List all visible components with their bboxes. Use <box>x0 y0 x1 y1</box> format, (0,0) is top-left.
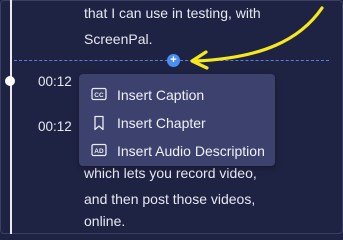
ad-icon: AD <box>91 143 107 162</box>
menu-item-insert-chapter[interactable]: Insert Chapter <box>79 109 275 137</box>
menu-item-label: Insert Chapter <box>117 115 206 131</box>
bookmark-icon <box>91 115 107 136</box>
menu-item-label: Insert Audio Description <box>117 143 265 159</box>
cc-icon: CC <box>91 87 107 106</box>
menu-item-label: Insert Caption <box>117 87 205 103</box>
svg-text:AD: AD <box>94 148 104 155</box>
menu-item-insert-caption[interactable]: CC Insert Caption <box>79 81 275 109</box>
menu-item-insert-audio-description[interactable]: AD Insert Audio Description <box>79 137 275 165</box>
insert-menu: CC Insert Caption Insert Chapter AD Inse… <box>79 74 275 166</box>
svg-text:CC: CC <box>94 92 104 99</box>
